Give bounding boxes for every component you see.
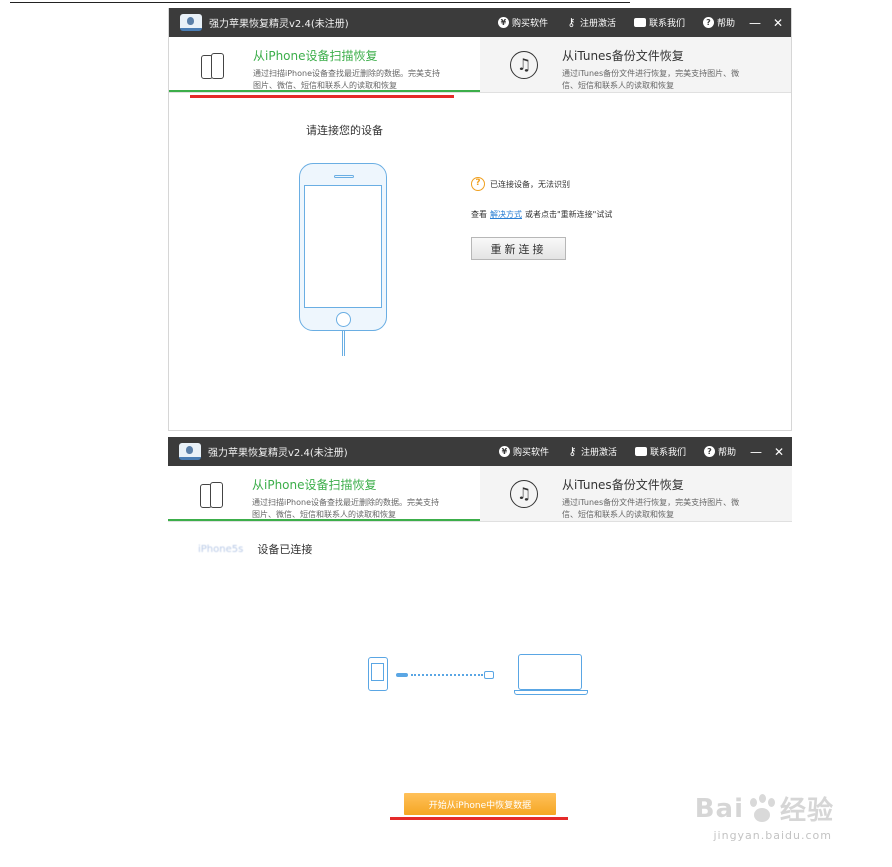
cable-icon [342,331,345,356]
connect-device-title: 请连接您的设备 [306,124,383,137]
buy-software-label: 购买软件 [512,448,549,458]
iphone-illustration-icon [299,163,387,331]
key-icon: ⚷ [567,16,576,29]
annotation-underline-tab [190,95,454,98]
phone-icon [368,657,388,691]
chat-icon [634,447,647,456]
iphone-devices-icon [199,51,229,81]
usb-cable-icon [396,671,496,679]
annotation-underline-start [390,817,568,820]
hint-message: 查看 解决方式 或者点击"重新连接"试试 [471,209,612,220]
help-label: 帮助 [717,448,736,458]
tab-itunes-backup-title: 从iTunes备份文件恢复 [562,478,684,492]
contact-button[interactable]: 联系我们 [633,16,685,29]
hint-prefix: 查看 [471,210,487,219]
laptop-icon [518,654,582,690]
device-status: 设备已连接 [257,543,313,556]
device-status-row: iPhone5s 设备已连接 [198,541,312,557]
register-button[interactable]: ⚷ 注册激活 [567,445,617,458]
tab-itunes-backup-desc: 通过iTunes备份文件进行恢复，完美支持图片、微信、短信和联系人的读取和恢复 [562,69,740,90]
start-recovery-button[interactable]: 开始从iPhone中恢复数据 [404,793,556,815]
warning-message: ? 已连接设备，无法识别 [471,177,570,191]
tab-iphone-scan-title: 从iPhone设备扫描恢复 [253,49,378,63]
iphone-devices-icon [198,480,228,510]
warning-text: 已连接设备，无法识别 [490,179,570,189]
help-label: 帮助 [716,19,735,29]
close-button[interactable]: ✕ [774,445,784,459]
title-bar-menu: ¥ 购买软件 ⚷ 注册激活 联系我们 ? 帮助 — ✕ [480,8,783,37]
help-button[interactable]: ? 帮助 [703,445,736,458]
reconnect-button[interactable]: 重新连接 [471,237,566,260]
register-label: 注册激活 [579,19,616,29]
minimize-button[interactable]: — [749,16,761,30]
watermark-url: jingyan.baidu.com [713,829,832,842]
key-icon: ⚷ [568,445,577,458]
register-label: 注册激活 [580,448,617,458]
app-window-disconnected: 强力苹果恢复精灵v2.4(未注册) ¥ 购买软件 ⚷ 注册激活 联系我们 ? 帮… [168,8,792,431]
music-note-icon: ♫ [510,480,538,508]
tab-itunes-backup-title: 从iTunes备份文件恢复 [562,49,684,63]
contact-label: 联系我们 [648,19,685,29]
title-bar[interactable]: 强力苹果恢复精灵v2.4(未注册) ¥ 购买软件 ⚷ 注册激活 联系我们 ? 帮… [168,437,792,466]
watermark-brand-left: Bai [694,793,744,824]
tab-iphone-scan-desc: 通过扫描iPhone设备查找最近删除的数据。完美支持图片、微信、短信和联系人的读… [253,69,441,90]
currency-icon: ¥ [498,446,510,457]
app-title: 强力苹果恢复精灵v2.4(未注册) [208,448,348,459]
page: 强力苹果恢复精灵v2.4(未注册) ¥ 购买软件 ⚷ 注册激活 联系我们 ? 帮… [0,0,892,867]
tab-itunes-backup[interactable]: ♫ 从iTunes备份文件恢复 通过iTunes备份文件进行恢复，完美支持图片、… [480,466,792,521]
device-name: iPhone5s [198,543,244,555]
watermark-brand-right: 经验 [779,796,834,826]
tab-iphone-scan[interactable]: 从iPhone设备扫描恢复 通过扫描iPhone设备查找最近删除的数据。完美支持… [168,466,480,521]
music-note-icon: ♫ [510,51,538,79]
app-logo-icon [180,14,202,31]
tab-iphone-scan-desc: 通过扫描iPhone设备查找最近删除的数据。完美支持图片、微信、短信和联系人的读… [252,498,440,519]
tab-iphone-scan-title: 从iPhone设备扫描恢复 [252,478,377,492]
tab-itunes-backup-desc: 通过iTunes备份文件进行恢复，完美支持图片、微信、短信和联系人的读取和恢复 [562,498,740,519]
minimize-button[interactable]: — [750,445,762,459]
currency-icon: ¥ [497,17,509,28]
register-button[interactable]: ⚷ 注册激活 [566,16,616,29]
buy-software-label: 购买软件 [511,19,548,29]
laptop-base-icon [514,690,588,695]
top-rule [10,2,630,3]
contact-button[interactable]: 联系我们 [634,445,686,458]
help-icon: ? [703,446,715,457]
chat-icon [633,18,646,27]
baidu-paw-icon [747,793,777,824]
close-button[interactable]: ✕ [773,16,783,30]
app-title: 强力苹果恢复精灵v2.4(未注册) [209,19,349,30]
solution-link[interactable]: 解决方式 [490,210,522,219]
app-logo-icon [179,443,201,460]
tab-iphone-scan[interactable]: 从iPhone设备扫描恢复 通过扫描iPhone设备查找最近删除的数据。完美支持… [169,37,480,92]
baidu-watermark: Bai 经验 [695,790,834,827]
hint-suffix: 或者点击"重新连接"试试 [525,210,613,219]
help-button[interactable]: ? 帮助 [702,16,735,29]
help-icon: ? [702,17,714,28]
contact-label: 联系我们 [649,448,686,458]
buy-software-button[interactable]: ¥ 购买软件 [498,445,549,458]
mode-tabs: 从iPhone设备扫描恢复 通过扫描iPhone设备查找最近删除的数据。完美支持… [169,37,791,93]
title-bar-menu: ¥ 购买软件 ⚷ 注册激活 联系我们 ? 帮助 — ✕ [481,437,784,466]
mode-tabs: 从iPhone设备扫描恢复 通过扫描iPhone设备查找最近删除的数据。完美支持… [168,466,792,522]
tab-itunes-backup[interactable]: ♫ 从iTunes备份文件恢复 通过iTunes备份文件进行恢复，完美支持图片、… [480,37,791,92]
buy-software-button[interactable]: ¥ 购买软件 [497,16,548,29]
title-bar[interactable]: 强力苹果恢复精灵v2.4(未注册) ¥ 购买软件 ⚷ 注册激活 联系我们 ? 帮… [169,8,791,37]
question-warning-icon: ? [471,177,485,191]
